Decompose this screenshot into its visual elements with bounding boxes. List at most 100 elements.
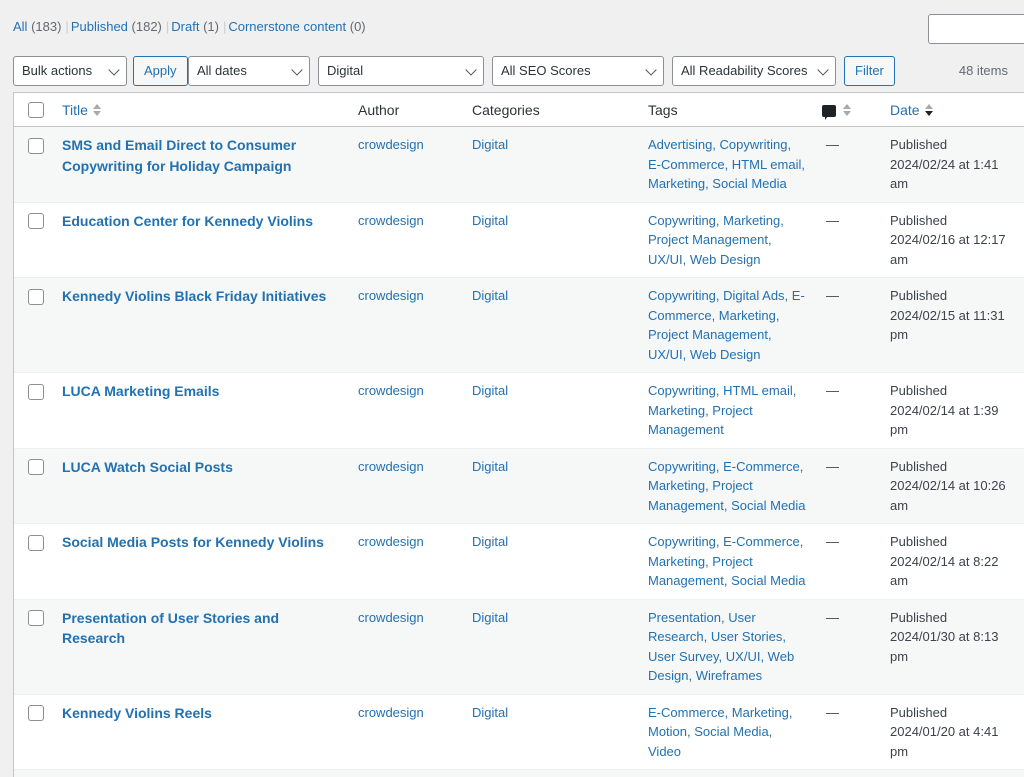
row-checkbox[interactable] <box>28 383 44 400</box>
row-checkbox[interactable] <box>28 610 44 627</box>
category-link[interactable]: Digital <box>472 459 508 474</box>
row-checkbox[interactable] <box>28 213 44 230</box>
row-author-cell: crowdesign <box>348 769 462 777</box>
author-link[interactable]: crowdesign <box>358 705 424 720</box>
author-link[interactable]: crowdesign <box>358 534 424 549</box>
row-title-cell: Education Center for Kennedy Violins <box>52 201 348 278</box>
category-link[interactable]: Digital <box>472 137 508 152</box>
tags-link[interactable]: Copywriting, E-Commerce, Marketing, Proj… <box>648 534 806 588</box>
post-title-link[interactable]: SMS and Email Direct to Consumer Copywri… <box>62 137 296 174</box>
table-row[interactable]: Education Center for Kennedy Violins crow… <box>14 201 1024 278</box>
row-checkbox[interactable] <box>28 534 44 551</box>
category-link[interactable]: Digital <box>472 288 508 303</box>
tags-link[interactable]: Copywriting, Digital Ads, E-Commerce, Ma… <box>648 288 805 362</box>
category-filter-select[interactable]: Digital <box>318 56 484 86</box>
row-title-cell: Social Media Management for Kennedy Viol… <box>52 769 348 777</box>
tags-link[interactable]: Copywriting, Marketing, Project Manageme… <box>648 213 784 267</box>
view-item: Published (182) | <box>71 19 171 34</box>
tags-link[interactable]: Presentation, User Research, User Storie… <box>648 610 794 684</box>
column-header-title[interactable]: Title <box>52 93 348 128</box>
row-select-cell <box>14 277 52 373</box>
table-row[interactable]: SMS and Email Direct to Consumer Copywri… <box>14 126 1024 203</box>
sort-by-title-link[interactable]: Title <box>62 102 102 118</box>
view-link-published[interactable]: Published <box>71 19 128 34</box>
chevron-down-icon <box>465 64 477 76</box>
apply-button[interactable]: Apply <box>133 56 188 86</box>
row-tags-cell: Copywriting, E-Commerce, Marketing, Proj… <box>638 523 816 600</box>
view-link-all[interactable]: All <box>13 19 27 34</box>
row-comments-cell: — <box>816 126 880 203</box>
row-author-cell: crowdesign <box>348 372 462 449</box>
table-row[interactable]: LUCA Marketing Emails crowdesign Digital Co… <box>14 372 1024 449</box>
view-separator: | <box>222 19 227 34</box>
post-title-link[interactable]: LUCA Watch Social Posts <box>62 459 233 475</box>
table-row[interactable]: Kennedy Violins Black Friday Initiatives… <box>14 277 1024 373</box>
search-box <box>928 14 1024 44</box>
author-link[interactable]: crowdesign <box>358 459 424 474</box>
table-row[interactable]: Social Media Posts for Kennedy Violins cr… <box>14 523 1024 600</box>
row-select-cell <box>14 598 52 695</box>
post-status: Published <box>890 212 948 228</box>
post-title-link[interactable]: Kennedy Violins Black Friday Initiatives <box>62 288 326 304</box>
category-link[interactable]: Digital <box>472 383 508 398</box>
row-comments-cell: — <box>816 598 880 695</box>
category-link[interactable]: Digital <box>472 610 508 625</box>
table-row[interactable]: LUCA Watch Social Posts crowdesign Digital… <box>14 447 1024 524</box>
sort-by-date-link[interactable]: Date <box>890 102 934 118</box>
post-title-link[interactable]: Education Center for Kennedy Violins <box>62 213 313 229</box>
tags-link[interactable]: Advertising, Copywriting, E-Commerce, HT… <box>648 137 805 191</box>
post-date: 2024/01/30 at 8:13 pm <box>890 629 999 664</box>
table-row[interactable]: Social Media Management for Kennedy Viol… <box>14 769 1024 777</box>
view-separator: | <box>165 19 170 34</box>
row-checkbox[interactable] <box>28 137 44 154</box>
post-date: 2024/02/16 at 12:17 am <box>890 232 1006 267</box>
post-title-link[interactable]: Presentation of User Stories and Researc… <box>62 610 279 647</box>
post-title-link[interactable]: LUCA Marketing Emails <box>62 383 219 399</box>
view-separator: | <box>65 19 69 34</box>
category-link[interactable]: Digital <box>472 705 508 720</box>
chevron-down-icon <box>817 64 829 76</box>
search-input[interactable] <box>928 14 1024 44</box>
table-header-row: Title Author Categories Tags Date <box>14 93 1024 128</box>
tags-link[interactable]: E-Commerce, Marketing, Motion, Social Me… <box>648 705 792 759</box>
row-comments-cell: — <box>816 523 880 600</box>
author-link[interactable]: crowdesign <box>358 213 424 228</box>
tags-link[interactable]: Copywriting, E-Commerce, Marketing, Proj… <box>648 459 806 513</box>
table-row[interactable]: Presentation of User Stories and Researc… <box>14 598 1024 695</box>
row-title-cell: Presentation of User Stories and Researc… <box>52 598 348 695</box>
row-checkbox[interactable] <box>28 459 44 476</box>
row-categories-cell: Digital <box>462 201 638 278</box>
post-date: 2024/02/15 at 11:31 pm <box>890 307 1005 343</box>
column-header-comments[interactable] <box>816 93 880 128</box>
filter-button[interactable]: Filter <box>844 56 895 86</box>
post-title-link[interactable]: Kennedy Violins Reels <box>62 705 212 721</box>
post-title-link[interactable]: Social Media Posts for Kennedy Violins <box>62 534 324 550</box>
column-categories-label: Categories <box>472 101 540 118</box>
row-select-cell <box>14 201 52 278</box>
view-link-draft[interactable]: Draft <box>171 19 199 34</box>
author-link[interactable]: crowdesign <box>358 610 424 625</box>
column-title-label: Title <box>62 101 88 118</box>
row-checkbox[interactable] <box>28 705 44 722</box>
author-link[interactable]: crowdesign <box>358 383 424 398</box>
author-link[interactable]: crowdesign <box>358 137 424 152</box>
row-comments-cell: — <box>816 447 880 524</box>
row-checkbox[interactable] <box>28 288 44 305</box>
author-link[interactable]: crowdesign <box>358 288 424 303</box>
date-filter-label: All dates <box>197 63 247 78</box>
post-status: Published <box>890 534 948 550</box>
row-comments-cell: — <box>816 372 880 449</box>
seo-score-filter-select[interactable]: All SEO Scores <box>492 56 664 86</box>
date-filter-select[interactable]: All dates <box>188 56 310 86</box>
category-link[interactable]: Digital <box>472 534 508 549</box>
readability-score-filter-select[interactable]: All Readability Scores <box>672 56 836 86</box>
column-header-categories: Categories <box>462 93 638 128</box>
tags-link[interactable]: Copywriting, HTML email, Marketing, Proj… <box>648 383 796 437</box>
view-link-cornerstone-content[interactable]: Cornerstone content <box>228 19 346 34</box>
category-link[interactable]: Digital <box>472 213 508 228</box>
bulk-actions-select[interactable]: Bulk actions <box>13 56 127 86</box>
row-date-cell: Published 2024/02/14 at 8:22 am <box>880 523 1024 600</box>
column-header-date[interactable]: Date <box>880 93 1024 128</box>
table-row[interactable]: Kennedy Violins Reels crowdesign Digital E-… <box>14 693 1024 770</box>
select-all-checkbox[interactable] <box>28 102 44 119</box>
